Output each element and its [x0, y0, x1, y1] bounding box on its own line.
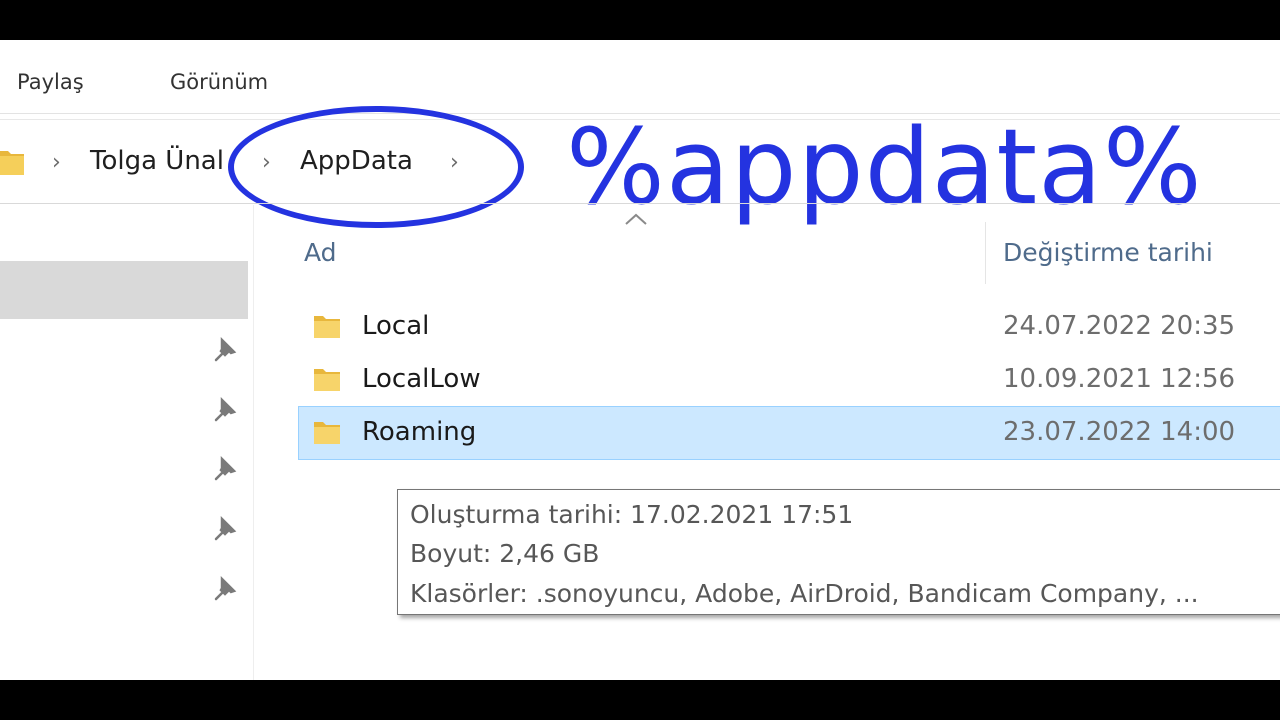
folder-icon	[314, 422, 340, 444]
folder-icon	[314, 316, 340, 338]
breadcrumb-user[interactable]: Tolga Ünal	[90, 146, 224, 176]
letterbox-top	[0, 0, 1280, 40]
column-separator[interactable]	[985, 222, 986, 284]
column-header-modified[interactable]: Değiştirme tarihi	[1003, 238, 1213, 267]
file-modified-date: 24.07.2022 20:35	[1003, 311, 1236, 341]
folder-icon	[0, 151, 24, 175]
file-name[interactable]: Local	[362, 311, 429, 341]
pin-icon[interactable]	[212, 396, 240, 424]
file-modified-date: 23.07.2022 14:00	[1003, 417, 1236, 447]
ribbon-tab-share[interactable]: Paylaş	[17, 70, 84, 94]
address-bar-bottom-border	[0, 203, 1280, 204]
file-name[interactable]: LocalLow	[362, 364, 481, 394]
nav-pane-divider[interactable]	[253, 205, 254, 680]
folder-info-tooltip: Oluşturma tarihi: 17.02.2021 17:51 Boyut…	[397, 489, 1280, 615]
pin-icon[interactable]	[212, 575, 240, 603]
pin-icon[interactable]	[212, 455, 240, 483]
sort-up-icon	[625, 213, 647, 225]
file-name[interactable]: Roaming	[362, 417, 476, 447]
pin-icon[interactable]	[212, 515, 240, 543]
letterbox-bottom	[0, 680, 1280, 720]
annotation-text: %appdata%	[566, 106, 1203, 228]
chevron-right-icon[interactable]: ›	[52, 150, 61, 175]
tooltip-subfolders: Klasörler: .sonoyuncu, Adobe, AirDroid, …	[410, 579, 1199, 608]
column-header-name[interactable]: Ad	[304, 238, 337, 267]
tooltip-size: Boyut: 2,46 GB	[410, 539, 600, 568]
file-modified-date: 10.09.2021 12:56	[1003, 364, 1236, 394]
ribbon-tab-view[interactable]: Görünüm	[170, 70, 268, 94]
pin-icon[interactable]	[212, 336, 240, 364]
folder-icon	[314, 369, 340, 391]
tooltip-created-date: Oluşturma tarihi: 17.02.2021 17:51	[410, 500, 854, 529]
annotation-ellipse	[228, 106, 524, 228]
nav-item-selected[interactable]	[0, 261, 248, 319]
